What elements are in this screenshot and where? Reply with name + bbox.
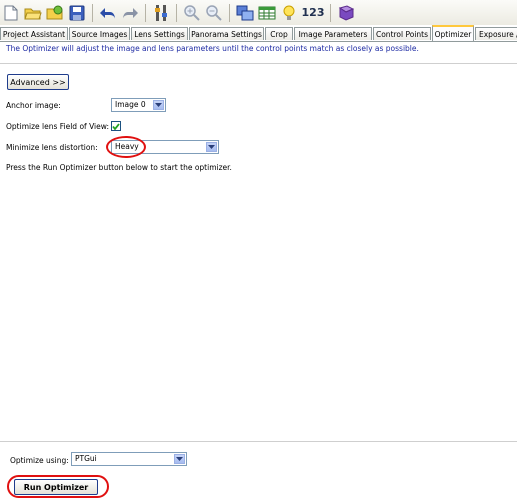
save-icon[interactable] (66, 2, 88, 24)
zoom-out-icon[interactable] (203, 2, 225, 24)
advanced-button[interactable]: Advanced >> (7, 74, 69, 90)
toolbar: 123 (0, 0, 517, 25)
divider (0, 441, 517, 442)
minimize-distortion-label: Minimize lens distortion: (6, 143, 98, 152)
open-folder-icon[interactable] (22, 2, 44, 24)
chevron-down-icon[interactable] (153, 100, 164, 110)
tab-control-points[interactable]: Control Points (373, 27, 431, 40)
optimize-using-select[interactable]: PTGui (71, 452, 187, 466)
run-optimizer-button[interactable]: Run Optimizer (14, 479, 98, 495)
distortion-value: Heavy (115, 142, 139, 151)
tab-project-assistant[interactable]: Project Assistant (0, 27, 68, 40)
optimizer-info-text: The Optimizer will adjust the image and … (6, 44, 419, 53)
divider (0, 63, 517, 64)
help-book-icon[interactable] (335, 2, 357, 24)
zoom-in-icon[interactable] (181, 2, 203, 24)
toolbar-separator (176, 3, 177, 22)
toolbar-separator (229, 3, 230, 22)
optimize-fov-checkbox[interactable] (111, 121, 121, 131)
anchor-image-value: Image 0 (115, 100, 146, 109)
tab-source-images[interactable]: Source Images (69, 27, 130, 40)
checkmark-icon (112, 122, 120, 130)
tab-crop[interactable]: Crop (265, 27, 293, 40)
optimize-fov-label: Optimize lens Field of View: (6, 122, 109, 131)
distortion-select[interactable]: Heavy (111, 140, 219, 154)
optimize-using-label: Optimize using: (10, 456, 69, 465)
tab-exposure[interactable]: Exposure / (475, 27, 517, 40)
anchor-image-label: Anchor image: (6, 101, 61, 110)
chevron-down-icon[interactable] (174, 454, 185, 464)
chevron-down-icon[interactable] (206, 142, 217, 152)
undo-icon[interactable] (97, 2, 119, 24)
toolbar-separator (330, 3, 331, 22)
optimizer-hint-text: Press the Run Optimizer button below to … (6, 163, 232, 172)
numbers-icon[interactable]: 123 (300, 2, 326, 24)
panorama-editor-icon[interactable] (234, 2, 256, 24)
tab-lens-settings[interactable]: Lens Settings (131, 27, 188, 40)
numbers-label: 123 (301, 6, 325, 19)
tab-bar: Project Assistant Source Images Lens Set… (0, 25, 517, 42)
toolbar-separator (145, 3, 146, 22)
optimize-using-value: PTGui (75, 454, 97, 463)
toolbar-separator (92, 3, 93, 22)
tab-image-parameters[interactable]: Image Parameters (294, 27, 372, 40)
tab-optimizer[interactable]: Optimizer (432, 25, 474, 41)
lightbulb-icon[interactable] (278, 2, 300, 24)
table-icon[interactable] (256, 2, 278, 24)
preferences-icon[interactable] (150, 2, 172, 24)
open-recent-icon[interactable] (44, 2, 66, 24)
redo-icon[interactable] (119, 2, 141, 24)
tab-panorama-settings[interactable]: Panorama Settings (189, 27, 264, 40)
new-document-icon[interactable] (0, 2, 22, 24)
anchor-image-select[interactable]: Image 0 (111, 98, 166, 112)
